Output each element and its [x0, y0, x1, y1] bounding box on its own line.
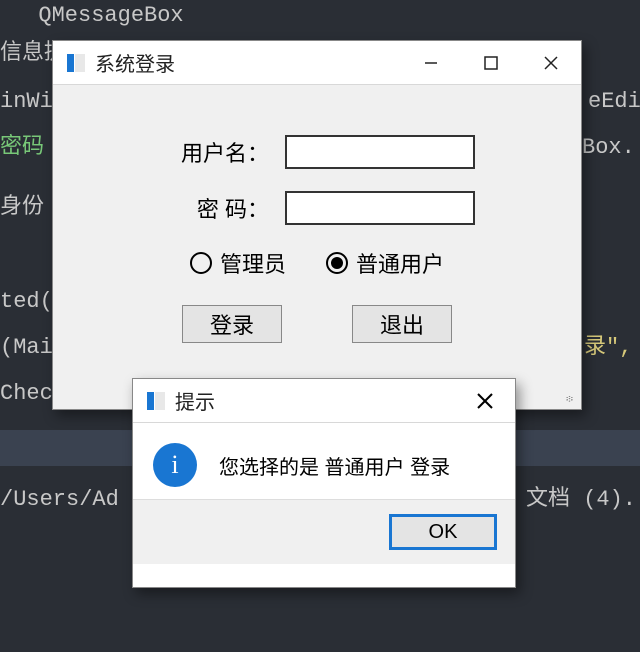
code-bg: Chec: [0, 370, 53, 418]
radio-indicator-unchecked-icon: [190, 252, 212, 274]
code-bg: 密码: [0, 124, 44, 172]
ok-button[interactable]: OK: [389, 514, 497, 550]
message-box: 提示 i 您选择的是 普通用户 登录 OK: [132, 378, 516, 588]
resize-grip-icon[interactable]: ፨: [566, 394, 575, 405]
msg-close-button[interactable]: [455, 379, 515, 422]
username-label: 用户名：: [159, 136, 269, 168]
exit-button[interactable]: 退出: [352, 305, 452, 343]
msg-title: 提示: [175, 386, 455, 415]
radio-user[interactable]: 普通用户: [326, 247, 444, 279]
password-input[interactable]: [285, 191, 475, 225]
window-title: 系统登录: [95, 48, 401, 77]
login-window: 系统登录 用户名： 密 码： 管理员: [52, 40, 582, 410]
code-bg: (Mai: [0, 324, 53, 372]
maximize-button[interactable]: [461, 41, 521, 84]
close-button[interactable]: [521, 41, 581, 84]
minimize-button[interactable]: [401, 41, 461, 84]
code-bg: 文档 (4).: [526, 476, 636, 524]
radio-indicator-checked-icon: [326, 252, 348, 274]
app-icon: [67, 54, 85, 72]
radio-admin-label: 管理员: [220, 247, 286, 279]
window-controls: [401, 41, 581, 84]
app-icon: [147, 392, 165, 410]
msg-footer: OK: [133, 499, 515, 564]
msg-text: 您选择的是 普通用户 登录: [219, 451, 450, 480]
code-bg: /Users/Ad: [0, 476, 119, 524]
code-bg: inWi: [0, 78, 53, 126]
code-bg: 身份: [0, 184, 44, 232]
code-bg: 录",: [584, 324, 632, 372]
login-button[interactable]: 登录: [182, 305, 282, 343]
info-icon: i: [153, 443, 197, 487]
login-body: 用户名： 密 码： 管理员 普通用户 登录 退出: [53, 85, 581, 363]
radio-admin[interactable]: 管理员: [190, 247, 286, 279]
radio-user-label: 普通用户: [356, 247, 444, 279]
code-bg: Box.: [582, 124, 635, 172]
titlebar[interactable]: 系统登录: [53, 41, 581, 85]
username-input[interactable]: [285, 135, 475, 169]
password-label: 密 码：: [159, 192, 269, 224]
code-bg: eEdi: [588, 78, 640, 126]
msg-titlebar[interactable]: 提示: [133, 379, 515, 423]
